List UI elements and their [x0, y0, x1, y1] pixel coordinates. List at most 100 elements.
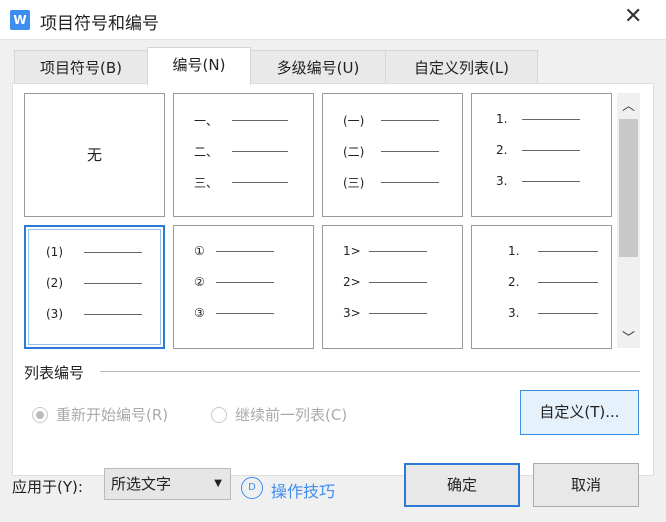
close-icon[interactable]: ✕	[624, 4, 642, 29]
numbering-sample-row: 3.	[508, 306, 598, 320]
numbering-sample-row: 二、	[194, 143, 288, 160]
text-line	[232, 120, 288, 121]
numbering-sample-row: 1>	[343, 244, 427, 258]
scroll-down-icon[interactable]: ﹀	[617, 327, 640, 346]
apply-to-select[interactable]: 所选文字 ▼	[104, 468, 231, 500]
numbering-sample-row: ②	[194, 275, 274, 289]
number-label: 1.	[496, 112, 508, 126]
numbering-sample-row: ③	[194, 306, 274, 320]
restart-numbering-radio[interactable]: 重新开始编号(R)	[32, 404, 168, 425]
numbering-sample-row: (三)	[343, 174, 439, 191]
text-line	[538, 281, 598, 283]
numbering-sample-row: 2>	[343, 275, 427, 289]
text-line	[522, 149, 580, 151]
numbering-sample-row: 1.	[508, 244, 598, 258]
number-label: 2.	[508, 275, 520, 289]
text-line	[522, 118, 580, 120]
none-label: 无	[86, 146, 102, 164]
apply-to-label: 应用于(Y):	[12, 478, 83, 496]
numbering-style-option[interactable]: 无	[24, 93, 165, 217]
numbering-sample-row: (二)	[343, 143, 439, 160]
number-label: (2)	[46, 276, 63, 290]
numbering-style-option[interactable]: 1> 2> 3>	[322, 225, 463, 349]
text-line	[84, 282, 142, 284]
restart-label: 重新开始编号(R)	[56, 406, 169, 424]
wps-logo-icon: W	[10, 10, 30, 30]
text-line	[522, 180, 580, 182]
dialog-title: 项目符号和编号	[40, 14, 159, 34]
divider	[100, 371, 640, 372]
number-label: (1)	[46, 245, 63, 259]
number-label: 2.	[496, 143, 508, 157]
numbering-sample-row: ①	[194, 244, 274, 258]
play-icon[interactable]: D	[241, 477, 263, 499]
text-line	[381, 182, 439, 183]
numbering-sample-row: (一)	[343, 112, 439, 129]
ok-button[interactable]: 确定	[404, 463, 520, 507]
number-label: ②	[194, 275, 205, 289]
numbering-style-option[interactable]: (1) (2) (3)	[24, 225, 165, 349]
numbering-style-option[interactable]: 1. 2. 3.	[471, 93, 612, 217]
text-line	[381, 120, 439, 121]
continue-label: 继续前一列表(C)	[235, 406, 348, 424]
text-line	[216, 250, 274, 252]
number-label: 3.	[496, 174, 508, 188]
number-label: 三、	[194, 176, 219, 190]
numbering-sample-row: 3.	[496, 174, 580, 188]
list-numbering-label: 列表编号	[24, 364, 85, 382]
tab-multilevel[interactable]: 多级编号(U)	[250, 50, 386, 84]
numbering-style-option[interactable]: 1. 2. 3.	[471, 225, 612, 349]
numbering-sample-row: 2.	[508, 275, 598, 289]
numbering-sample-row: (2)	[46, 276, 142, 290]
text-line	[369, 250, 427, 252]
tab-numbering[interactable]: 编号(N)	[147, 47, 251, 85]
number-label: 3.	[508, 306, 520, 320]
text-line	[369, 312, 427, 314]
tips-link[interactable]: 操作技巧	[271, 478, 335, 502]
cancel-button[interactable]: 取消	[533, 463, 639, 507]
text-line	[538, 250, 598, 252]
number-label: 2>	[343, 275, 361, 289]
text-line	[369, 281, 427, 283]
number-label: (三)	[343, 176, 365, 190]
radio-icon	[211, 406, 227, 423]
tab-bullets[interactable]: 项目符号(B)	[14, 50, 148, 84]
numbering-style-option[interactable]: 一、 二、 三、	[173, 93, 314, 217]
numbering-sample-row: 三、	[194, 174, 288, 191]
numbering-sample-row: (1)	[46, 245, 142, 259]
apply-to-value: 所选文字	[111, 475, 172, 493]
tab-custom-list[interactable]: 自定义列表(L)	[385, 50, 538, 84]
number-label: (一)	[343, 114, 365, 128]
number-label: 1.	[508, 244, 520, 258]
text-line	[232, 151, 288, 152]
numbering-sample-row: 3>	[343, 306, 427, 320]
numbering-style-option[interactable]: ① ② ③	[173, 225, 314, 349]
numbering-sample-row: 一、	[194, 112, 288, 129]
text-line	[232, 182, 288, 183]
radio-icon	[32, 406, 48, 423]
number-label: ①	[194, 244, 205, 258]
dropdown-arrow-icon: ▼	[214, 478, 222, 489]
text-line	[381, 151, 439, 152]
scroll-up-icon[interactable]: ︿	[617, 95, 640, 114]
continue-list-radio[interactable]: 继续前一列表(C)	[211, 404, 347, 425]
number-label: (3)	[46, 307, 63, 321]
text-line	[84, 251, 142, 253]
number-label: ③	[194, 306, 205, 320]
customize-button[interactable]: 自定义(T)...	[520, 390, 639, 435]
scrollbar-thumb[interactable]	[619, 119, 638, 257]
numbering-sample-row: 1.	[496, 112, 580, 126]
number-label: 二、	[194, 145, 219, 159]
numbering-sample-row: 2.	[496, 143, 580, 157]
numbering-sample-row: (3)	[46, 307, 142, 321]
text-line	[216, 281, 274, 283]
number-label: (二)	[343, 145, 365, 159]
title-bar: W 项目符号和编号 ✕	[0, 0, 666, 40]
number-label: 一、	[194, 114, 219, 128]
number-label: 1>	[343, 244, 361, 258]
scrollbar[interactable]: ︿ ﹀	[617, 93, 640, 348]
text-line	[216, 312, 274, 314]
text-line	[84, 313, 142, 315]
text-line	[538, 312, 598, 314]
numbering-style-option[interactable]: (一) (二) (三)	[322, 93, 463, 217]
